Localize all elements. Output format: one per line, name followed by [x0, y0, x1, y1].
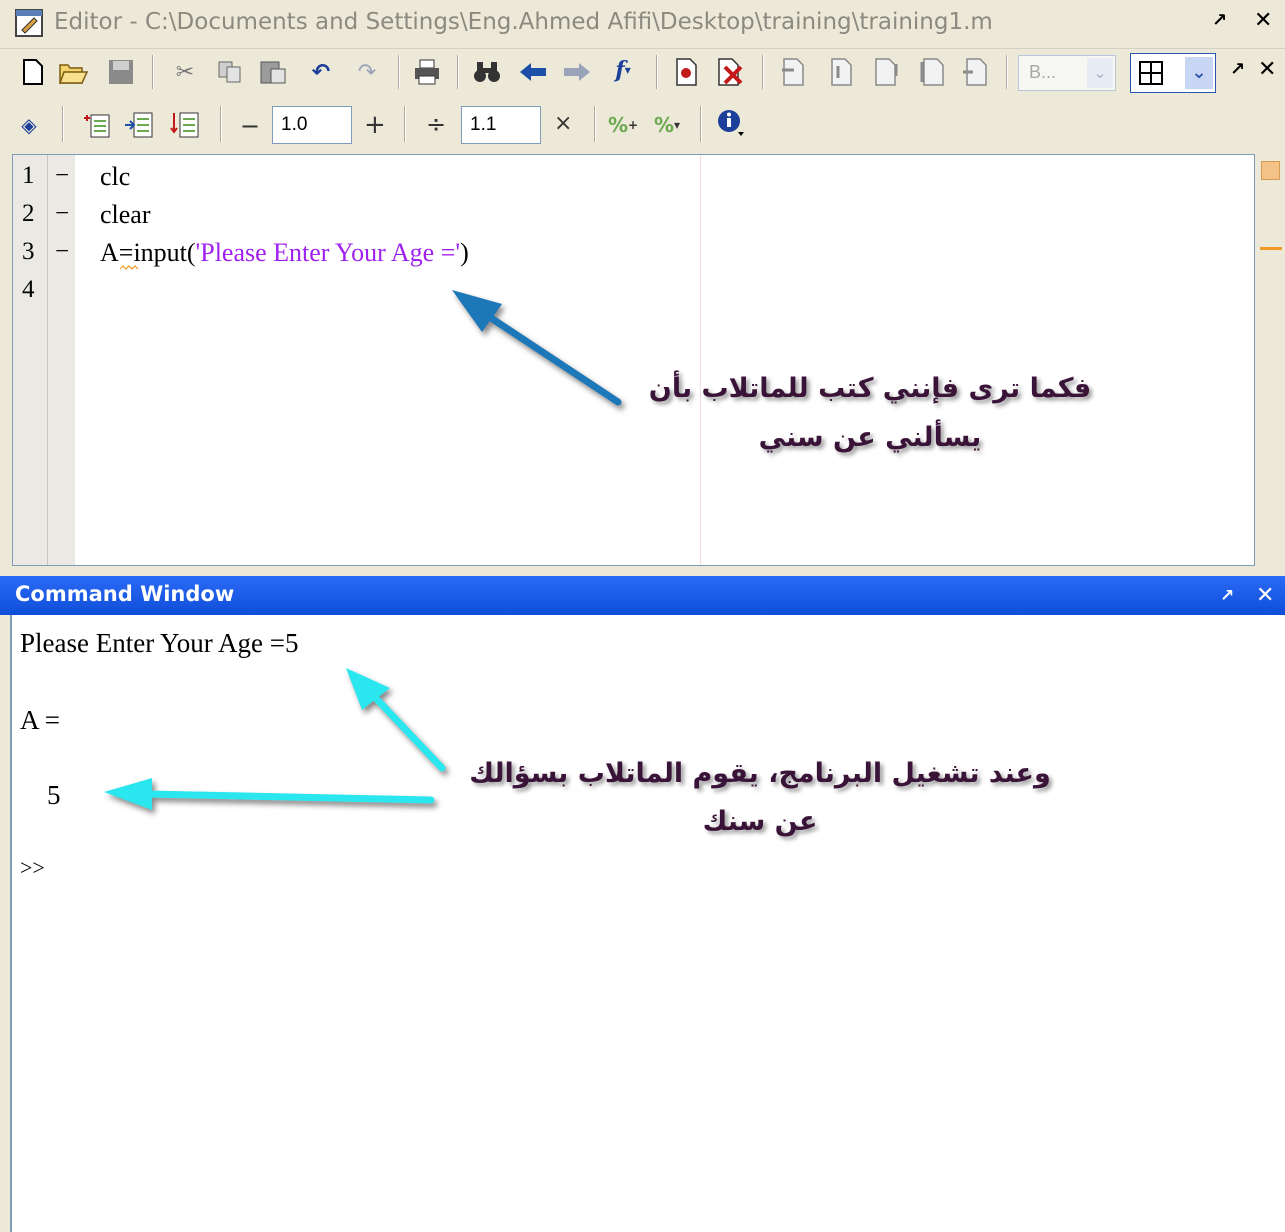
decrement-value-input[interactable]: 1.0: [272, 106, 352, 144]
breakpoint-marker[interactable]: −: [55, 162, 69, 190]
step-icon[interactable]: [778, 57, 808, 87]
evaluate-advance-icon[interactable]: [170, 110, 200, 140]
editor-undock-button[interactable]: ↗: [1212, 10, 1227, 31]
multiply-value-input[interactable]: 1.1: [461, 106, 541, 144]
toolbar-undock-button[interactable]: ↗: [1230, 59, 1245, 80]
command-window-close-button[interactable]: ✕: [1256, 583, 1274, 608]
decrement-button[interactable]: −: [240, 112, 260, 140]
command-annotation-line-2: عن سنك: [702, 806, 818, 837]
cell-toolbar: ◈ − 1.0 + ÷ 1.1 × % + % ▾: [0, 98, 1285, 152]
cell-info-icon[interactable]: [716, 108, 746, 138]
clear-breakpoints-icon[interactable]: [716, 57, 746, 87]
command-output-line: 5: [20, 780, 61, 810]
editor-main-toolbar: ✂ ↶ ↷ f ▾ B... ⌄ ⌄ ↗ ✕: [0, 49, 1285, 96]
gutter-divider: [47, 155, 48, 565]
eraser-icon[interactable]: ◈: [14, 110, 44, 140]
code-prefix: A=input(: [100, 238, 196, 267]
step-in-icon[interactable]: [826, 57, 856, 87]
editor-annotation-line-1: فكما ترى فإنني كتب للماتلاب بأن: [648, 373, 1092, 404]
open-folder-icon[interactable]: [58, 57, 88, 87]
insert-cell-divider-icon[interactable]: % +: [608, 110, 638, 140]
new-file-icon[interactable]: [18, 57, 48, 87]
step-out-icon[interactable]: [872, 57, 902, 87]
cut-icon[interactable]: ✂: [170, 57, 200, 87]
continue-icon[interactable]: [916, 57, 946, 87]
mlint-status-indicator[interactable]: [1261, 161, 1280, 180]
mlint-warning-marker[interactable]: [1260, 247, 1282, 250]
stack-select[interactable]: B... ⌄: [1018, 55, 1116, 91]
command-annotation-line-1: وعند تشغيل البرنامج، يقوم الماتلاب بسؤال…: [469, 758, 1051, 789]
code-line[interactable]: A=input('Please Enter Your Age ='): [100, 238, 469, 268]
right-margin-line: [700, 155, 701, 565]
save-icon[interactable]: [106, 57, 136, 87]
cell-mode-menu-icon[interactable]: % ▾: [652, 110, 682, 140]
chevron-down-icon: ⌄: [1185, 57, 1213, 89]
insert-cell-icon[interactable]: [82, 110, 112, 140]
find-binoculars-icon[interactable]: [472, 57, 502, 87]
toolbar-close-button[interactable]: ✕: [1258, 57, 1276, 82]
annotation-arrow-cyan-left: [104, 778, 435, 810]
command-output-line: Please Enter Your Age =5: [20, 628, 299, 658]
function-icon[interactable]: f ▾: [608, 55, 638, 85]
go-back-icon[interactable]: [518, 57, 548, 87]
line-number: 4: [22, 276, 35, 303]
command-output-line: A =: [20, 705, 60, 735]
line-number: 1: [22, 162, 35, 189]
undo-icon[interactable]: ↶: [306, 57, 336, 87]
editor-app-icon: [14, 8, 44, 38]
code-line[interactable]: clc: [100, 162, 130, 192]
print-icon[interactable]: [412, 57, 442, 87]
breakpoint-marker[interactable]: −: [55, 200, 69, 228]
copy-icon[interactable]: [215, 57, 245, 87]
code-line[interactable]: clear: [100, 200, 151, 230]
command-window-title: Command Window: [15, 582, 235, 606]
mlint-message-bar: [1256, 154, 1285, 566]
stack-select-value: B...: [1029, 62, 1057, 82]
exit-debug-icon[interactable]: [960, 57, 990, 87]
code-string-literal: 'Please Enter Your Age =': [195, 238, 461, 267]
evaluate-cell-icon[interactable]: [124, 110, 154, 140]
go-forward-icon[interactable]: [562, 57, 592, 87]
grid-layout-icon: [1139, 61, 1163, 85]
code-suffix: ): [460, 238, 469, 267]
editor-title: Editor - C:\Documents and Settings\Eng.A…: [54, 9, 993, 35]
layout-select[interactable]: ⌄: [1130, 53, 1216, 93]
set-breakpoint-icon[interactable]: [672, 57, 702, 87]
increment-button[interactable]: +: [364, 110, 386, 140]
multiply-button[interactable]: ×: [554, 111, 572, 136]
paste-icon[interactable]: [258, 57, 288, 87]
editor-close-button[interactable]: ✕: [1254, 8, 1272, 33]
command-window-undock-button[interactable]: ↗: [1220, 586, 1234, 606]
editor-annotation-line-2: يسألني عن سني: [758, 422, 982, 453]
command-prompt[interactable]: >>: [20, 855, 45, 881]
redo-icon[interactable]: ↷: [352, 57, 382, 87]
chevron-down-icon: ⌄: [1087, 58, 1113, 88]
line-number: 2: [22, 200, 35, 227]
mlint-squiggle: [120, 265, 139, 270]
divide-button[interactable]: ÷: [426, 110, 446, 138]
command-window-body[interactable]: [10, 615, 1285, 1232]
line-number: 3: [22, 238, 35, 265]
breakpoint-marker[interactable]: −: [55, 238, 69, 266]
